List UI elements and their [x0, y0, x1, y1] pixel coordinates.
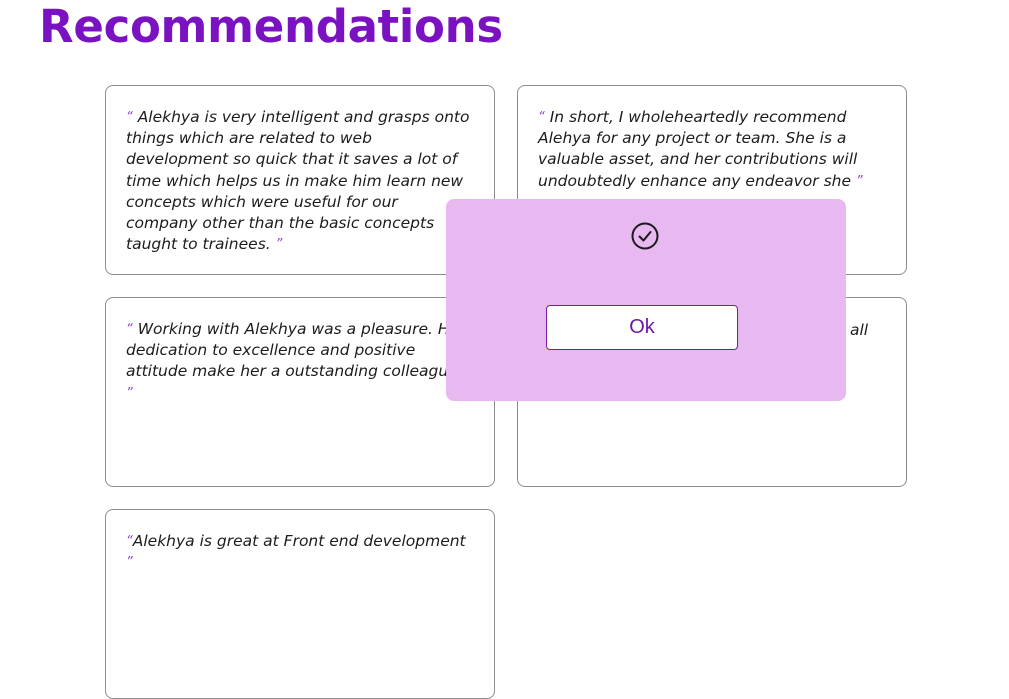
recommendation-text: “ In short, I wholeheartedly recommend A… — [538, 107, 886, 192]
recommendation-card: “ Alekhya is very intelligent and grasps… — [105, 85, 495, 275]
recommendation-body: Alekhya is very intelligent and grasps o… — [126, 108, 470, 254]
recommendation-card: “Alekhya is great at Front end developme… — [105, 509, 495, 699]
recommendation-body: Working with Alekhya was a pleasure. Her… — [126, 320, 466, 381]
page-title: Recommendations — [39, 0, 503, 53]
close-quote-mark: ” — [126, 385, 133, 401]
recommendation-body: In short, I wholeheartedly recommend Ale… — [538, 108, 858, 190]
open-quote-mark: “ — [126, 322, 133, 337]
open-quote-mark: “ — [126, 110, 133, 125]
ok-button[interactable]: Ok — [546, 305, 738, 350]
close-quote-mark: ” — [275, 237, 283, 253]
open-quote-mark: “ — [126, 534, 133, 549]
open-quote-mark: “ — [538, 110, 545, 125]
recommendation-text: “ Working with Alekhya was a pleasure. H… — [126, 319, 474, 404]
recommendation-body: Alekhya is great at Front end developmen… — [132, 532, 466, 550]
close-quote-mark: ” — [126, 555, 133, 571]
recommendation-text: “ Alekhya is very intelligent and grasps… — [126, 107, 474, 255]
success-dialog: Ok — [446, 199, 846, 401]
recommendation-text: “Alekhya is great at Front end developme… — [126, 531, 474, 573]
recommendation-card: “ Working with Alekhya was a pleasure. H… — [105, 297, 495, 487]
close-quote-mark: ” — [855, 173, 863, 189]
check-circle-icon — [631, 222, 659, 250]
